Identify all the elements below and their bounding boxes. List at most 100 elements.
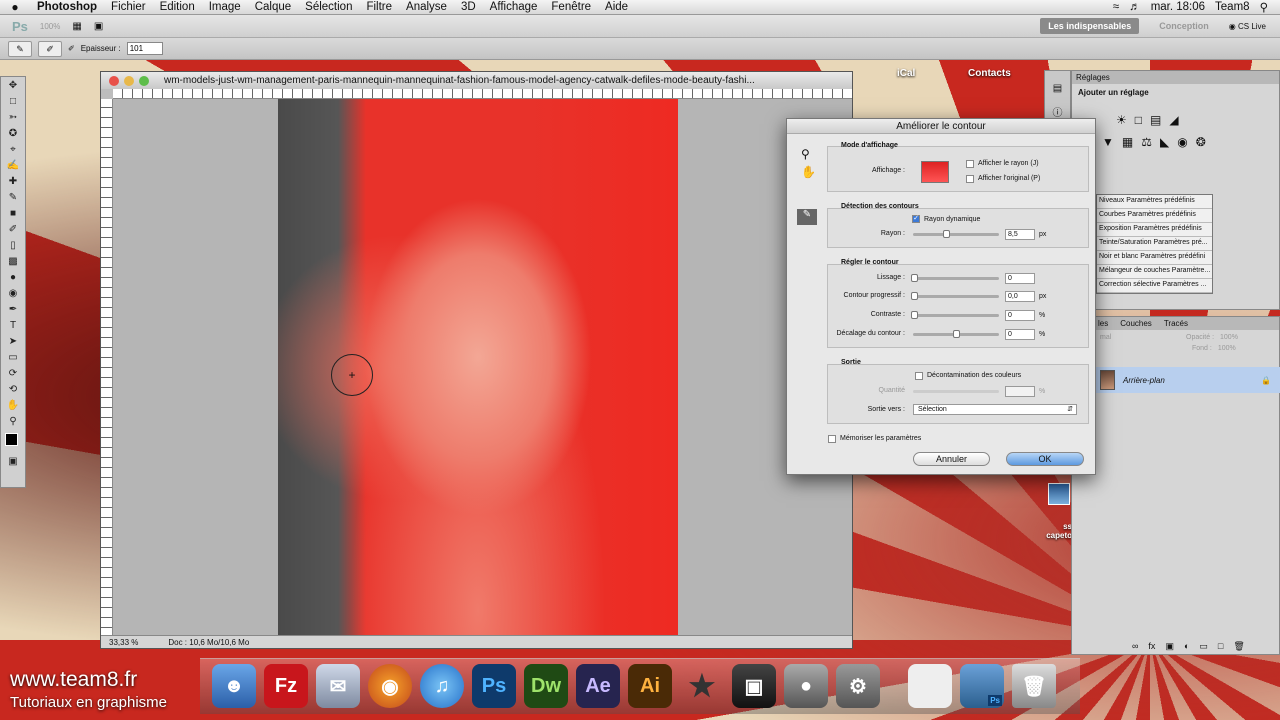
crop-tool-icon[interactable]: ⌖ <box>3 142 23 157</box>
progressif-slider-knob[interactable] <box>911 292 918 300</box>
arrange-icon[interactable]: ▦ <box>72 21 81 32</box>
eyedropper-tool-icon[interactable]: ✍ <box>3 158 23 173</box>
pen-tool-icon[interactable]: ✒ <box>3 302 23 317</box>
zoom-icon[interactable] <box>139 75 149 86</box>
quantite-slider[interactable] <box>913 390 999 393</box>
preset-item[interactable]: Exposition Paramètres prédéfinis <box>1097 223 1212 237</box>
menu-image[interactable]: Image <box>202 1 248 13</box>
adjustments-tab[interactable]: Réglages <box>1072 71 1279 84</box>
view-mode-thumbnail[interactable] <box>921 161 949 183</box>
volume-icon[interactable]: ♬ <box>1129 1 1141 13</box>
quick-selection-tool-icon[interactable]: ✪ <box>3 126 23 141</box>
move-tool-icon[interactable]: ✥ <box>3 78 23 93</box>
sortie-vers-select[interactable]: Sélection ⇵ <box>913 404 1077 415</box>
zoom-tool-icon[interactable]: ⚲ <box>801 147 810 161</box>
progressif-input[interactable]: 0,0 <box>1005 291 1035 302</box>
itunes-icon[interactable]: ♫ <box>420 664 464 708</box>
ok-button[interactable]: OK <box>1006 452 1084 466</box>
after-effects-icon[interactable]: Ae <box>576 664 620 708</box>
remember-checkbox[interactable] <box>828 435 836 443</box>
quick-mask-icon[interactable]: ▣ <box>3 454 23 469</box>
menu-user[interactable]: Team8 <box>1215 1 1250 13</box>
marquee-tool-icon[interactable]: □ <box>3 94 23 109</box>
preset-item[interactable]: Correction sélective Paramètres ... <box>1097 279 1212 293</box>
decalage-slider-knob[interactable] <box>953 330 960 338</box>
black-white-icon[interactable]: ◣ <box>1160 135 1169 149</box>
tab-channels[interactable]: Couches <box>1120 319 1152 330</box>
menu-fichier[interactable]: Fichier <box>104 1 153 13</box>
path-selection-icon[interactable]: ➤ <box>3 334 23 349</box>
finder-icon[interactable]: ☻ <box>212 664 256 708</box>
imovie-star-icon[interactable]: ★ <box>680 664 724 708</box>
refine-radius-icon[interactable]: ✐ <box>38 40 62 57</box>
preset-item[interactable]: Mélangeur de couches Paramètre... <box>1097 265 1212 279</box>
photoshop-icon[interactable]: Ps <box>472 664 516 708</box>
menu-filtre[interactable]: Filtre <box>359 1 399 13</box>
hand-tool-icon[interactable]: ✋ <box>3 398 23 413</box>
firefox-icon[interactable]: ◉ <box>368 664 412 708</box>
contraste-input[interactable]: 0 <box>1005 310 1035 321</box>
hue-sat-icon[interactable]: ▦ <box>1122 135 1133 149</box>
menu-calque[interactable]: Calque <box>248 1 298 13</box>
cancel-button[interactable]: Annuler <box>913 452 990 466</box>
contacts-label[interactable]: Contacts <box>968 68 1011 79</box>
menu-app[interactable]: Photoshop <box>30 1 104 13</box>
system-preferences-icon[interactable]: ⚙ <box>836 664 880 708</box>
folder-icon[interactable]: ▭ <box>1199 641 1208 652</box>
brightness-icon[interactable]: ☀ <box>1116 113 1127 127</box>
menu-edition[interactable]: Edition <box>153 1 202 13</box>
menu-selection[interactable]: Sélection <box>298 1 359 13</box>
menu-affichage[interactable]: Affichage <box>483 1 545 13</box>
healing-tool-icon[interactable]: ✚ <box>3 174 23 189</box>
lasso-tool-icon[interactable]: ➳ <box>3 110 23 125</box>
close-icon[interactable] <box>109 75 119 86</box>
menu-analyse[interactable]: Analyse <box>399 1 454 13</box>
refine-radius-tool-icon[interactable]: ✎ <box>797 209 817 225</box>
curves-icon[interactable]: ▤ <box>1150 113 1161 127</box>
wifi-icon[interactable]: ≈ <box>1113 1 1119 13</box>
link-icon[interactable]: ∞ <box>1132 641 1138 652</box>
lissage-slider-knob[interactable] <box>911 274 918 282</box>
menu-3d[interactable]: 3D <box>454 1 483 13</box>
doc-info[interactable]: Doc : 10,6 Mo/10,6 Mo <box>168 638 249 647</box>
shape-tool-icon[interactable]: ▭ <box>3 350 23 365</box>
fill-value[interactable]: 100% <box>1218 345 1236 352</box>
eraser-tool-icon[interactable]: ▯ <box>3 238 23 253</box>
hand-tool-icon[interactable]: ✋ <box>801 165 816 179</box>
workspace-button-essentials[interactable]: Les indispensables <box>1040 18 1140 34</box>
brush-tool-icon[interactable]: ✎ <box>3 190 23 205</box>
trash-icon[interactable]: 🗑 <box>1233 641 1244 652</box>
menu-fenetre[interactable]: Fenêtre <box>544 1 598 13</box>
epaisseur-input[interactable] <box>126 42 163 55</box>
preset-item[interactable]: Noir et blanc Paramètres prédéfini <box>1097 251 1212 265</box>
contraste-slider-knob[interactable] <box>911 311 918 319</box>
lissage-input[interactable]: 0 <box>1005 273 1035 284</box>
3d-orbit-icon[interactable]: ⟲ <box>3 382 23 397</box>
vibrance-icon[interactable]: ▼ <box>1102 135 1114 149</box>
rayon-slider[interactable] <box>913 230 999 238</box>
blend-mode-select[interactable]: mal <box>1100 334 1180 341</box>
lissage-slider[interactable] <box>911 274 999 282</box>
tab-paths[interactable]: Tracés <box>1164 319 1188 330</box>
gradient-tool-icon[interactable]: ▩ <box>3 254 23 269</box>
menu-clock[interactable]: mar. 18:06 <box>1151 1 1205 13</box>
quantite-input[interactable] <box>1005 386 1035 397</box>
erase-refinements-icon[interactable]: ✐ <box>68 44 75 53</box>
color-balance-icon[interactable]: ⚖ <box>1141 135 1152 149</box>
type-tool-icon[interactable]: T <box>3 318 23 333</box>
blur-tool-icon[interactable]: ● <box>3 270 23 285</box>
screenshots-stack-icon[interactable]: Ps <box>960 664 1004 708</box>
adjustment-layer-icon[interactable]: ◐ <box>1184 641 1189 652</box>
foreground-color-swatch[interactable] <box>5 433 18 446</box>
mask-icon[interactable]: ▣ <box>1165 641 1174 652</box>
ical-label[interactable]: iCal <box>897 68 915 79</box>
horizontal-ruler[interactable] <box>113 89 852 99</box>
channel-mixer-icon[interactable]: ❂ <box>1196 135 1206 149</box>
decalage-input[interactable]: 0 <box>1005 329 1035 340</box>
decontam-checkbox[interactable] <box>915 372 923 380</box>
show-radius-checkbox[interactable] <box>966 160 974 168</box>
opacity-value[interactable]: 100% <box>1220 334 1238 341</box>
contraste-slider[interactable] <box>911 311 999 319</box>
dreamweaver-icon[interactable]: Dw <box>524 664 568 708</box>
screen-mode-icon[interactable]: ▣ <box>94 21 103 32</box>
